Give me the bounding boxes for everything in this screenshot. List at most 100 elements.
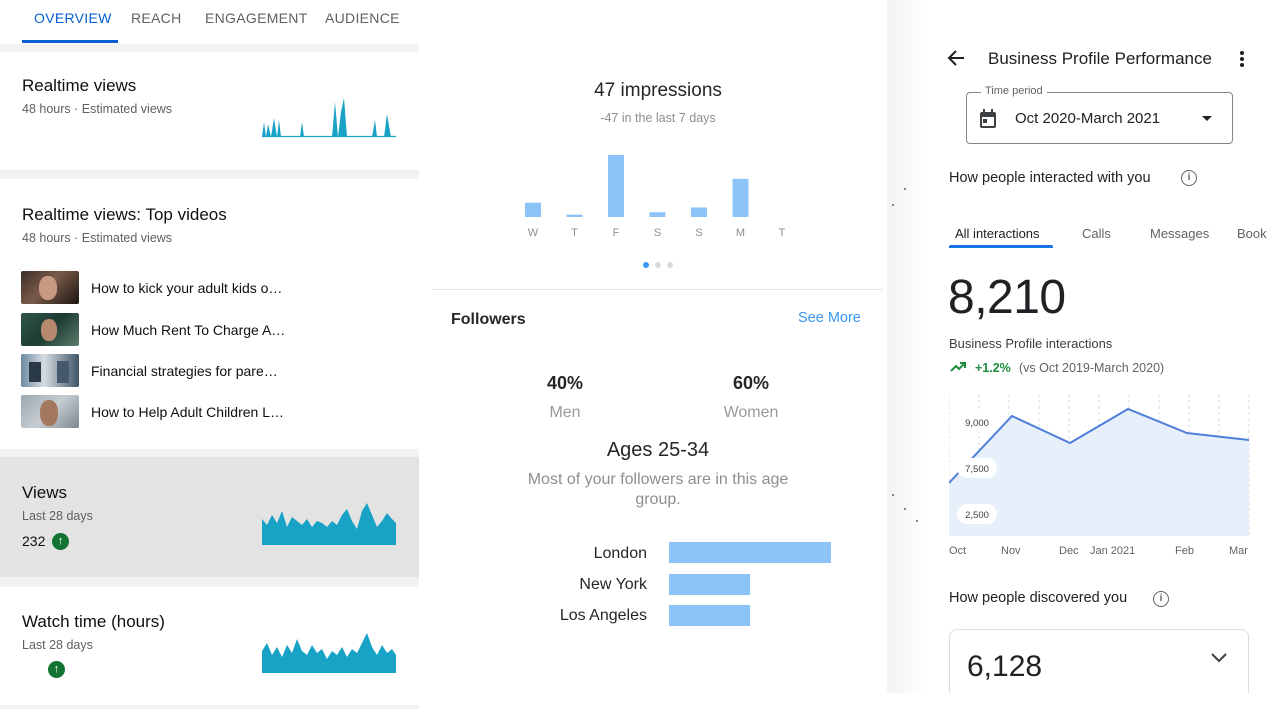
video-title[interactable]: How Much Rent To Charge A… xyxy=(91,322,285,338)
x-tick-label: Oct xyxy=(949,545,966,557)
carousel-dot-active[interactable] xyxy=(643,262,649,268)
impressions-bar-chart: WTFSSMT xyxy=(525,155,786,239)
card-title: Watch time (hours) xyxy=(22,612,165,631)
city-bar xyxy=(669,605,750,626)
more-options-icon[interactable] xyxy=(1238,50,1246,68)
decorative-dot xyxy=(916,520,918,522)
women-percent: 60% xyxy=(732,373,770,393)
day-tick-label: M xyxy=(736,227,745,239)
views-value: 232 xyxy=(22,533,46,549)
impressions-bar xyxy=(525,202,541,217)
info-icon[interactable]: i xyxy=(1181,170,1197,186)
x-tick-label: Mar xyxy=(1229,545,1248,557)
expand-chevron-icon[interactable] xyxy=(1211,653,1227,663)
card-subtitle: Last 28 days xyxy=(22,638,93,652)
watch-time-sparkline xyxy=(262,633,396,673)
tab-reach[interactable]: REACH xyxy=(131,10,182,26)
y-tick-label: 7,500 xyxy=(965,464,989,475)
trend-up-icon: ↑ xyxy=(48,661,65,678)
video-thumbnail[interactable] xyxy=(21,354,79,387)
time-period-label: Time period xyxy=(981,85,1047,97)
top-videos-card: Realtime views: Top videos 48 hours · Es… xyxy=(0,179,419,449)
business-profile-panel: Business Profile Performance Time period… xyxy=(887,0,1270,693)
active-tab-indicator xyxy=(22,40,118,43)
impressions-bar xyxy=(649,212,666,217)
trending-up-icon xyxy=(950,362,966,372)
carousel-dot[interactable] xyxy=(655,262,661,268)
tab-messages[interactable]: Messages xyxy=(1150,226,1209,241)
impressions-bar xyxy=(691,207,707,217)
x-tick-label: Feb xyxy=(1175,545,1194,557)
tab-engagement[interactable]: ENGAGEMENT xyxy=(205,10,308,26)
tab-overview[interactable]: OVERVIEW xyxy=(34,10,112,26)
card-subtitle: 48 hours · Estimated views xyxy=(22,231,173,245)
impressions-bar xyxy=(608,155,624,217)
age-description-line2: group. xyxy=(635,491,681,508)
tab-all-interactions[interactable]: All interactions xyxy=(955,226,1040,241)
day-tick-label: W xyxy=(528,227,539,239)
tab-calls[interactable]: Calls xyxy=(1082,226,1111,241)
city-bar xyxy=(669,542,831,563)
see-more-link[interactable]: See More xyxy=(798,310,861,326)
y-tick-label: 9,000 xyxy=(965,418,989,429)
page-title: Business Profile Performance xyxy=(988,49,1212,68)
change-percent: +1.2% xyxy=(975,361,1011,375)
video-title[interactable]: Financial strategies for pare… xyxy=(91,363,278,379)
info-icon[interactable]: i xyxy=(1153,591,1169,607)
impressions-title: 47 impressions xyxy=(594,80,722,101)
carousel-dot[interactable] xyxy=(667,262,673,268)
city-bar xyxy=(669,574,750,595)
calendar-icon xyxy=(980,109,996,128)
interactions-heading: How people interacted with you xyxy=(949,170,1151,186)
youtube-studio-panel: OVERVIEW REACH ENGAGEMENT AUDIENCE Realt… xyxy=(0,0,419,709)
analytics-tab-bar: OVERVIEW REACH ENGAGEMENT AUDIENCE xyxy=(0,0,419,44)
decorative-dot xyxy=(892,204,894,206)
interactions-line-chart: 9,000 7,500 2,500 Oct Nov Dec Jan 2021 Feb Mar xyxy=(949,394,1250,557)
total-interactions-value: 8,210 xyxy=(948,271,1066,324)
day-tick-label: T xyxy=(571,227,578,239)
card-title: Realtime views xyxy=(22,76,137,95)
discovered-value: 6,128 xyxy=(967,650,1043,683)
back-arrow-icon[interactable] xyxy=(947,49,965,67)
card-title: Realtime views: Top videos xyxy=(22,205,227,224)
watch-time-card[interactable]: Watch time (hours) Last 28 days ↑ xyxy=(0,587,419,705)
realtime-views-card[interactable]: Realtime views 48 hours · Estimated view… xyxy=(0,52,419,170)
decorative-dot xyxy=(892,494,894,496)
x-tick-label: Jan 2021 xyxy=(1090,545,1135,557)
realtime-sparkline xyxy=(262,98,396,138)
dropdown-arrow-icon xyxy=(1202,116,1212,121)
card-subtitle: 48 hours · Estimated views xyxy=(22,102,173,116)
city-label: New York xyxy=(579,576,647,593)
age-group-title: Ages 25-34 xyxy=(606,439,710,461)
views-card[interactable]: Views Last 28 days 232 ↑ xyxy=(0,457,419,577)
video-title[interactable]: How to Help Adult Children L… xyxy=(91,404,284,420)
impressions-bar xyxy=(566,214,583,217)
decorative-dot xyxy=(904,508,906,510)
tab-audience[interactable]: AUDIENCE xyxy=(325,10,400,26)
discovered-heading: How people discovered you xyxy=(949,590,1128,606)
x-tick-label: Dec xyxy=(1059,545,1079,557)
panel-shadow xyxy=(887,0,927,693)
video-thumbnail[interactable] xyxy=(21,395,79,428)
divider xyxy=(433,289,883,290)
age-description-line1: Most of your followers are in this age xyxy=(527,471,789,488)
impressions-delta: -47 in the last 7 days xyxy=(600,111,716,125)
y-tick-label: 2,500 xyxy=(965,510,989,521)
time-period-value: Oct 2020-March 2021 xyxy=(1015,110,1161,127)
men-label: Men xyxy=(549,404,581,421)
video-thumbnail[interactable] xyxy=(21,271,79,304)
card-subtitle: Last 28 days xyxy=(22,509,93,523)
followers-title: Followers xyxy=(451,311,526,328)
day-tick-label: F xyxy=(613,227,620,239)
views-sparkline xyxy=(262,503,396,545)
card-title: Views xyxy=(22,483,68,502)
day-tick-label: S xyxy=(654,227,661,239)
tab-bookings[interactable]: Book xyxy=(1237,226,1267,241)
men-percent: 40% xyxy=(546,373,584,393)
city-label: London xyxy=(593,545,647,562)
decorative-dot xyxy=(904,188,906,190)
city-label: Los Angeles xyxy=(559,607,647,624)
video-thumbnail[interactable] xyxy=(21,313,79,346)
video-title[interactable]: How to kick your adult kids o… xyxy=(91,280,282,296)
women-label: Women xyxy=(723,404,779,421)
